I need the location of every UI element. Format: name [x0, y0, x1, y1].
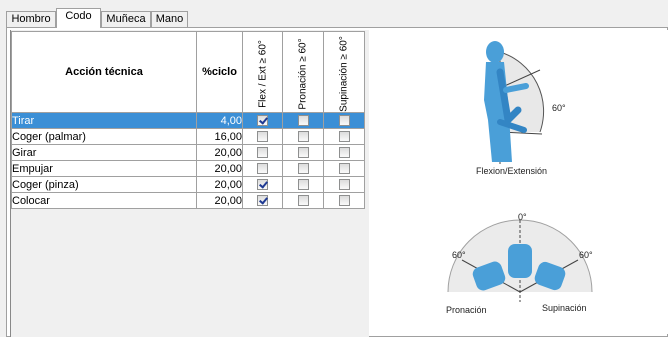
cycle-cell[interactable]: 20,00 [196, 144, 243, 161]
supination-cell [323, 160, 365, 177]
flex-checkbox[interactable] [257, 195, 268, 206]
supination-checkbox[interactable] [338, 179, 350, 190]
pronation-cell [282, 112, 324, 129]
action-cell[interactable]: Coger (palmar) [11, 128, 197, 145]
rotation-right-angle: 60° [579, 250, 593, 260]
flexion-angle-label: 60° [552, 103, 566, 113]
supination-cell [323, 192, 365, 209]
flexion-caption: Flexion/Extensión [476, 166, 548, 176]
table-row[interactable]: Colocar 20,00 [11, 192, 365, 209]
flex-checkbox[interactable] [257, 163, 268, 174]
cycle-cell[interactable]: 20,00 [196, 176, 243, 193]
table-row[interactable]: Tirar 4,00 [11, 112, 365, 129]
supination-caption: Supinación [542, 303, 587, 313]
action-cell[interactable]: Colocar [11, 192, 197, 209]
action-cell[interactable]: Girar [11, 144, 197, 161]
pronation-checkbox[interactable] [297, 131, 309, 142]
action-cell[interactable]: Tirar [11, 112, 197, 129]
supination-cell [323, 176, 365, 193]
header-pronation[interactable]: Pronación ≥ 60° [282, 31, 324, 113]
tab-codo[interactable]: Codo [56, 8, 101, 28]
tab-hombro[interactable]: Hombro [6, 11, 56, 27]
header-action[interactable]: Acción técnica [11, 31, 197, 113]
pronation-checkbox[interactable] [297, 115, 309, 126]
tab-mano[interactable]: Mano [151, 11, 188, 27]
cycle-cell[interactable]: 20,00 [196, 192, 243, 209]
flex-checkbox[interactable] [257, 147, 268, 158]
table-row[interactable]: Coger (pinza) 20,00 [11, 176, 365, 193]
header-flex-label: Flex / Ext ≥ 60° [257, 40, 268, 108]
supination-checkbox[interactable] [338, 163, 350, 174]
tab-muneca[interactable]: Muñeca [101, 11, 151, 27]
table-row[interactable]: Girar 20,00 [11, 144, 365, 161]
pronation-cell [282, 144, 324, 161]
pronation-cell [282, 160, 324, 177]
table-row[interactable]: Coger (palmar) 16,00 [11, 128, 365, 145]
actions-table: Acción técnica %ciclo Flex / Ext ≥ 60° P… [11, 31, 365, 209]
pronation-cell [282, 192, 324, 209]
flex-cell [242, 112, 283, 129]
supination-cell [323, 144, 365, 161]
rotation-figure-icon [447, 219, 593, 302]
header-row: Acción técnica %ciclo Flex / Ext ≥ 60° P… [11, 31, 365, 113]
elbow-illustrations [447, 41, 593, 302]
flex-cell [242, 128, 283, 145]
pronation-checkbox[interactable] [297, 147, 309, 158]
pronation-checkbox[interactable] [297, 195, 309, 206]
header-flex[interactable]: Flex / Ext ≥ 60° [242, 31, 283, 113]
flex-checkbox[interactable] [257, 131, 268, 142]
header-pronation-label: Pronación ≥ 60° [297, 38, 309, 110]
supination-checkbox[interactable] [338, 147, 350, 158]
flex-cell [242, 144, 283, 161]
flex-cell [242, 160, 283, 177]
supination-checkbox[interactable] [338, 195, 350, 206]
pronation-cell [282, 128, 324, 145]
action-cell[interactable]: Coger (pinza) [11, 176, 197, 193]
table-row[interactable]: Empujar 20,00 [11, 160, 365, 177]
header-cycle[interactable]: %ciclo [196, 31, 243, 113]
cycle-cell[interactable]: 20,00 [196, 160, 243, 177]
header-supination-label: Supinación ≥ 60° [338, 36, 350, 112]
flex-checkbox[interactable] [257, 179, 268, 190]
header-supination[interactable]: Supinación ≥ 60° [323, 31, 365, 113]
flex-cell [242, 192, 283, 209]
illustration-panel: 60° Flexion/Extensión 0° 60° 60° Pronaci… [380, 30, 668, 334]
flex-cell [242, 176, 283, 193]
pronation-checkbox[interactable] [297, 179, 309, 190]
flex-checkbox[interactable] [257, 115, 268, 126]
action-cell[interactable]: Empujar [11, 160, 197, 177]
rotation-left-angle: 60° [452, 250, 466, 260]
pronation-cell [282, 176, 324, 193]
cycle-cell[interactable]: 16,00 [196, 128, 243, 145]
cycle-cell[interactable]: 4,00 [196, 112, 243, 129]
rotation-zero-label: 0° [518, 212, 527, 222]
supination-cell [323, 128, 365, 145]
flexion-figure-icon [484, 41, 545, 164]
pronation-caption: Pronación [446, 305, 487, 315]
supination-checkbox[interactable] [338, 115, 350, 126]
supination-checkbox[interactable] [338, 131, 350, 142]
supination-cell [323, 112, 365, 129]
pronation-checkbox[interactable] [297, 163, 309, 174]
